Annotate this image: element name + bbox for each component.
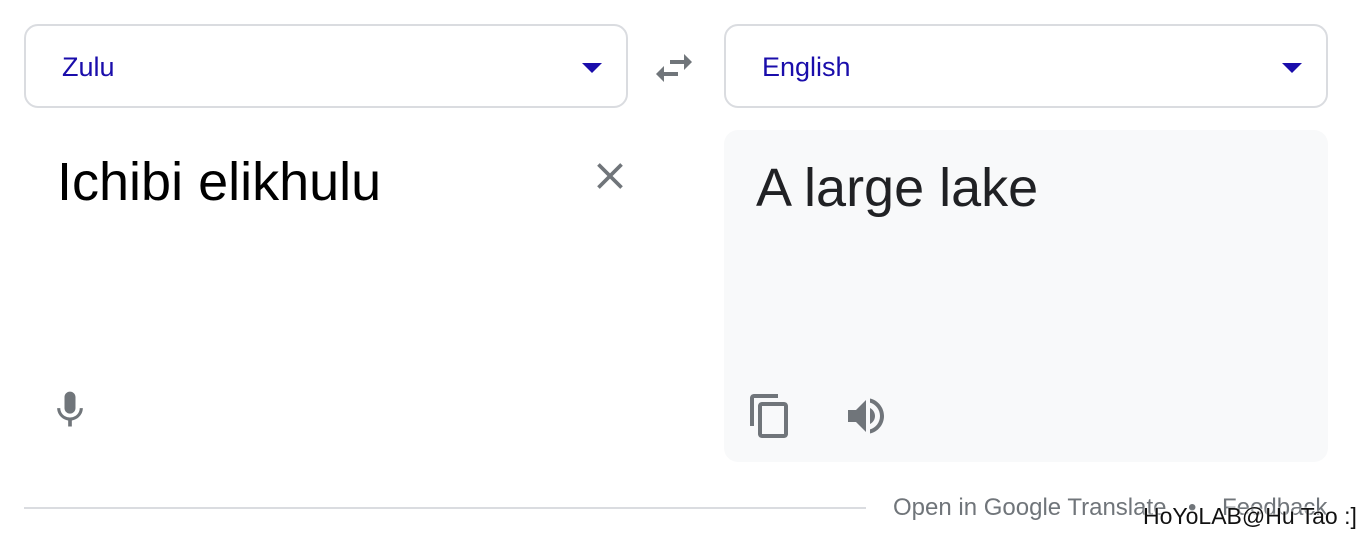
watermark: HoYoLAB@Hu Tao :] <box>1143 503 1357 529</box>
clear-input-button[interactable] <box>588 154 632 198</box>
swap-languages-button[interactable] <box>650 44 698 92</box>
chevron-down-icon <box>582 63 602 73</box>
target-language-label: English <box>762 52 851 82</box>
voice-input-button[interactable] <box>48 388 92 432</box>
source-language-select[interactable]: Zulu <box>24 24 628 108</box>
source-language-label: Zulu <box>62 52 115 82</box>
footer-divider <box>24 507 866 509</box>
copy-icon <box>750 394 788 438</box>
translated-text: A large lake <box>756 158 1039 218</box>
source-text-input[interactable]: Ichibi elikhulu <box>57 150 381 214</box>
target-language-select[interactable]: English <box>724 24 1328 108</box>
open-in-google-translate-link[interactable]: Open in Google Translate <box>893 493 1167 523</box>
listen-translation-button[interactable] <box>842 392 890 440</box>
copy-translation-button[interactable] <box>746 392 794 440</box>
close-icon <box>597 163 623 189</box>
translation-output-panel: A large lake <box>724 130 1328 462</box>
translate-widget: Zulu English Ichibi elikhulu A large lak… <box>0 0 1366 548</box>
volume-icon <box>848 398 884 434</box>
chevron-down-icon <box>1282 63 1302 73</box>
swap-horiz-icon <box>656 54 692 82</box>
microphone-icon <box>57 391 83 427</box>
